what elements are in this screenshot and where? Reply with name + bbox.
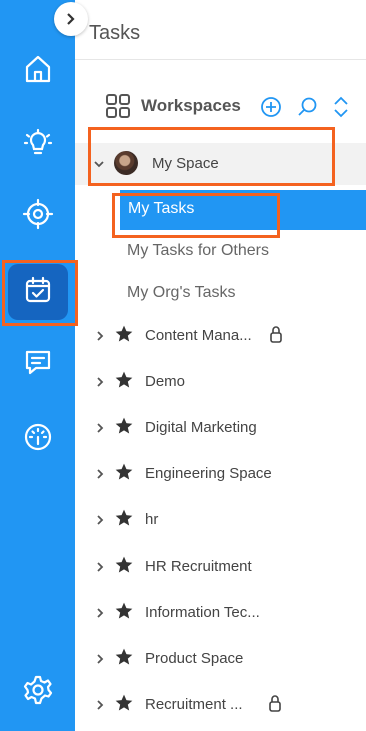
chevron-right-icon[interactable] [94, 330, 106, 342]
chevron-right-icon[interactable] [94, 468, 106, 480]
space-name: HR Recruitment [145, 558, 252, 575]
space-name: hr [145, 511, 159, 528]
expand-collapse-icon[interactable] [330, 96, 352, 118]
settings-gear-icon[interactable] [16, 668, 60, 712]
chevron-right-icon[interactable] [94, 607, 106, 619]
space-name: Demo [145, 373, 186, 390]
star-icon[interactable] [114, 416, 134, 436]
chevron-right-icon[interactable] [94, 376, 106, 388]
my-orgs-tasks-item[interactable]: My Org's Tasks [127, 284, 236, 302]
star-icon[interactable] [114, 462, 134, 482]
star-icon[interactable] [114, 508, 134, 528]
space-item[interactable]: Recruitment ... [90, 690, 366, 720]
workspaces-label: Workspaces [141, 96, 241, 115]
space-item[interactable]: Content Mana... [90, 321, 366, 351]
space-name: Digital Marketing [145, 419, 257, 436]
space-name: Recruitment ... [145, 696, 243, 713]
space-item[interactable]: Product Space [90, 644, 366, 674]
search-icon[interactable] [296, 96, 318, 118]
my-tasks-label: My Tasks [128, 200, 195, 217]
space-item[interactable]: Digital Marketing [90, 413, 366, 443]
chevron-right-icon[interactable] [94, 561, 106, 573]
space-name: Engineering Space [145, 465, 272, 482]
space-item[interactable]: Demo [90, 367, 366, 397]
title-divider [75, 59, 366, 60]
chevron-right-icon[interactable] [94, 699, 106, 711]
space-name: Product Space [145, 650, 244, 667]
star-icon[interactable] [114, 693, 134, 713]
dashboard-gauge-icon[interactable] [16, 415, 60, 459]
chevron-right-icon [67, 13, 75, 25]
chevron-right-icon[interactable] [94, 422, 106, 434]
panel-title: Tasks [89, 22, 141, 44]
avatar [114, 151, 138, 175]
lightbulb-icon[interactable] [16, 121, 60, 165]
space-item[interactable]: hr [90, 505, 366, 535]
workspaces-header: Workspaces [105, 92, 241, 120]
collapse-panel-button[interactable] [54, 2, 88, 36]
my-tasks-for-others-item[interactable]: My Tasks for Others [127, 242, 269, 260]
space-name: Content Mana... [145, 327, 252, 344]
chevron-down-icon[interactable] [93, 158, 105, 170]
star-icon[interactable] [114, 370, 134, 390]
home-icon[interactable] [16, 47, 60, 91]
chevron-right-icon[interactable] [94, 514, 106, 526]
calendar-check-icon[interactable] [16, 268, 60, 312]
space-item[interactable]: Information Tec... [90, 598, 366, 628]
lock-icon [270, 326, 282, 343]
star-icon[interactable] [114, 555, 134, 575]
chat-icon[interactable] [16, 340, 60, 384]
grid-icon [106, 94, 130, 118]
star-icon[interactable] [114, 324, 134, 344]
chevron-right-icon[interactable] [94, 653, 106, 665]
lock-icon [269, 695, 281, 712]
star-icon[interactable] [114, 647, 134, 667]
space-item[interactable]: Engineering Space [90, 459, 366, 489]
left-nav-rail [0, 0, 75, 731]
space-name: Information Tec... [145, 604, 260, 621]
my-space-label: My Space [152, 155, 219, 172]
add-icon[interactable] [260, 96, 282, 118]
star-icon[interactable] [114, 601, 134, 621]
target-icon[interactable] [16, 192, 60, 236]
space-item[interactable]: HR Recruitment [90, 552, 366, 582]
